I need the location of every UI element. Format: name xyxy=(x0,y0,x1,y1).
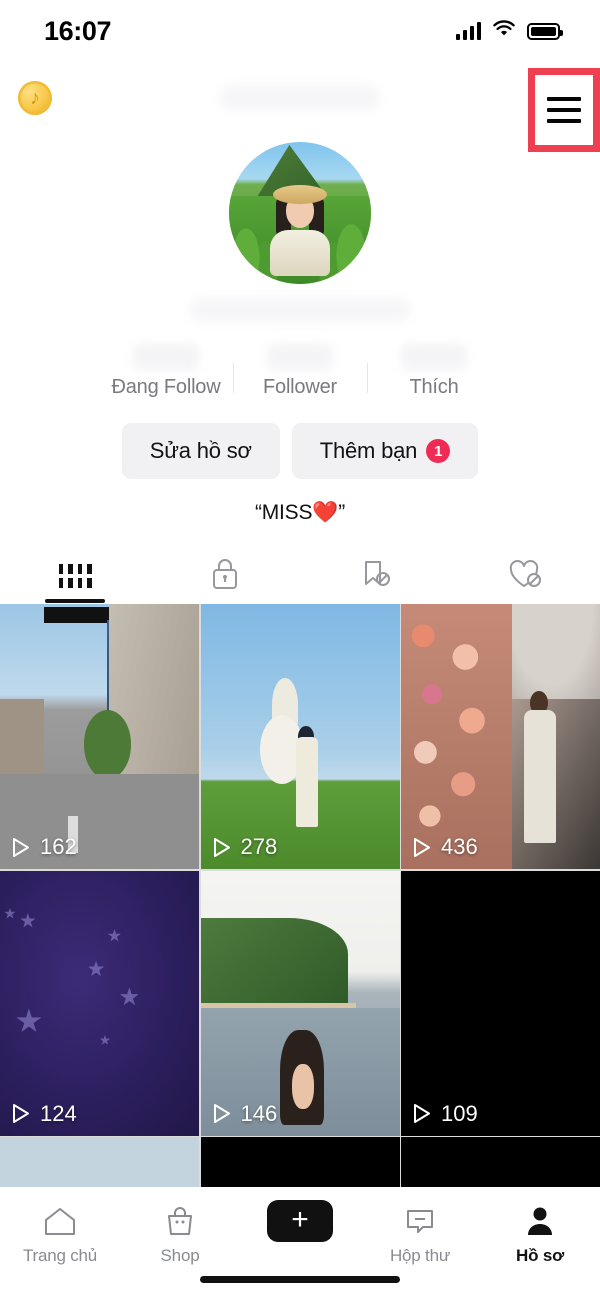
hamburger-menu-icon[interactable] xyxy=(547,97,581,123)
play-icon xyxy=(413,837,432,858)
video-cell[interactable] xyxy=(0,1137,199,1187)
nav-item-profile[interactable]: Hồ sơ xyxy=(480,1203,600,1266)
status-time: 16:07 xyxy=(44,15,112,46)
inbox-icon xyxy=(404,1203,436,1239)
tiktok-coin-icon[interactable]: ♪ xyxy=(18,81,52,115)
avatar[interactable] xyxy=(229,142,371,284)
profile-action-buttons: Sửa hồ sơ Thêm bạn 1 xyxy=(0,423,600,479)
hamburger-menu-highlight-box xyxy=(528,68,600,152)
stat-likes-value-redacted xyxy=(401,344,467,370)
home-icon xyxy=(43,1203,77,1239)
tab-saved-hidden[interactable] xyxy=(300,549,450,603)
top-bar-right-group: 1 xyxy=(528,68,600,152)
stat-likes-label: Thích xyxy=(409,376,459,398)
video-cell[interactable] xyxy=(200,1137,400,1187)
edit-profile-label: Sửa hồ sơ xyxy=(149,438,252,463)
play-icon xyxy=(12,1103,31,1124)
profile-header: Đang Follow Follower Thích Sửa hồ sơ Thê… xyxy=(0,142,600,525)
video-cell[interactable]: 124 xyxy=(0,870,199,1136)
status-icons xyxy=(455,19,563,43)
play-icon xyxy=(12,837,31,858)
add-friends-label: Thêm bạn xyxy=(319,438,418,463)
video-view-count: 278 xyxy=(240,834,278,859)
nav-item-shop[interactable]: Shop xyxy=(120,1203,240,1266)
nav-label-inbox: Hộp thư xyxy=(389,1246,451,1265)
stat-likes[interactable]: Thích xyxy=(368,344,501,399)
tab-private[interactable] xyxy=(150,549,300,603)
wifi-icon xyxy=(492,19,516,43)
nav-label-home: Trang chủ xyxy=(22,1246,98,1265)
add-friends-button[interactable]: Thêm bạn 1 xyxy=(291,423,479,479)
stat-followers-value-redacted xyxy=(267,344,333,370)
profile-person-icon xyxy=(524,1203,556,1239)
video-cell[interactable]: 162 xyxy=(0,604,199,869)
profile-handle-redacted xyxy=(190,298,410,322)
stat-following-value-redacted xyxy=(133,344,199,370)
content-tabs xyxy=(0,549,600,603)
username-redacted xyxy=(220,85,380,111)
heart-off-icon xyxy=(507,557,543,596)
video-cell[interactable] xyxy=(401,1137,600,1187)
stat-following[interactable]: Đang Follow xyxy=(100,344,233,399)
video-view-count-wrap: 436 xyxy=(413,834,478,860)
active-tab-underline xyxy=(45,599,105,603)
tab-videos-grid[interactable] xyxy=(0,549,150,603)
profile-top-bar: ♪ 1 xyxy=(0,62,600,152)
video-view-count: 109 xyxy=(441,1100,478,1126)
video-grid: 162 278 436 124 146 109 xyxy=(0,604,600,1187)
stat-following-label: Đang Follow xyxy=(111,376,221,398)
lock-icon xyxy=(210,557,240,596)
profile-bio[interactable]: “MISS❤️” xyxy=(0,501,600,525)
video-cell[interactable]: 278 xyxy=(200,604,400,869)
add-friends-badge: 1 xyxy=(426,439,451,463)
video-cell[interactable]: 436 xyxy=(401,604,600,869)
stat-followers-label: Follower xyxy=(263,376,337,398)
nav-label-shop: Shop xyxy=(160,1246,200,1265)
profile-stats: Đang Follow Follower Thích xyxy=(0,344,600,399)
nav-item-create[interactable]: + xyxy=(240,1200,360,1246)
status-bar: 16:07 xyxy=(0,0,600,62)
video-view-count-wrap: 146 xyxy=(213,1100,278,1127)
signal-bars-icon xyxy=(455,22,481,40)
nav-item-home[interactable]: Trang chủ xyxy=(0,1203,120,1266)
create-plus-icon[interactable]: + xyxy=(261,1200,339,1242)
bottom-navigation: Trang chủ Shop + Hộp thư Hồ sơ xyxy=(0,1189,600,1299)
play-icon xyxy=(413,1103,432,1124)
video-view-count: 146 xyxy=(240,1100,278,1126)
bookmark-off-icon xyxy=(358,557,392,596)
home-indicator xyxy=(200,1276,400,1283)
video-cell[interactable]: 109 xyxy=(401,870,600,1136)
play-icon xyxy=(213,1103,232,1124)
play-icon xyxy=(213,837,232,858)
nav-item-inbox[interactable]: Hộp thư xyxy=(360,1203,480,1266)
video-view-count: 436 xyxy=(441,834,478,859)
grid-icon xyxy=(58,564,92,588)
stat-followers[interactable]: Follower xyxy=(234,344,367,399)
shop-bag-icon xyxy=(164,1203,196,1239)
video-view-count: 124 xyxy=(40,1100,77,1126)
tab-liked-hidden[interactable] xyxy=(450,549,600,603)
nav-label-profile: Hồ sơ xyxy=(516,1246,564,1265)
edit-profile-button[interactable]: Sửa hồ sơ xyxy=(121,423,280,479)
video-cell[interactable]: 146 xyxy=(200,870,400,1136)
video-view-count-wrap: 109 xyxy=(413,1101,478,1127)
video-view-count-wrap: 124 xyxy=(12,1101,77,1127)
video-view-count-wrap: 278 xyxy=(213,834,278,860)
battery-icon xyxy=(527,22,563,40)
video-view-count-wrap: 162 xyxy=(12,834,77,860)
video-view-count: 162 xyxy=(40,834,77,859)
